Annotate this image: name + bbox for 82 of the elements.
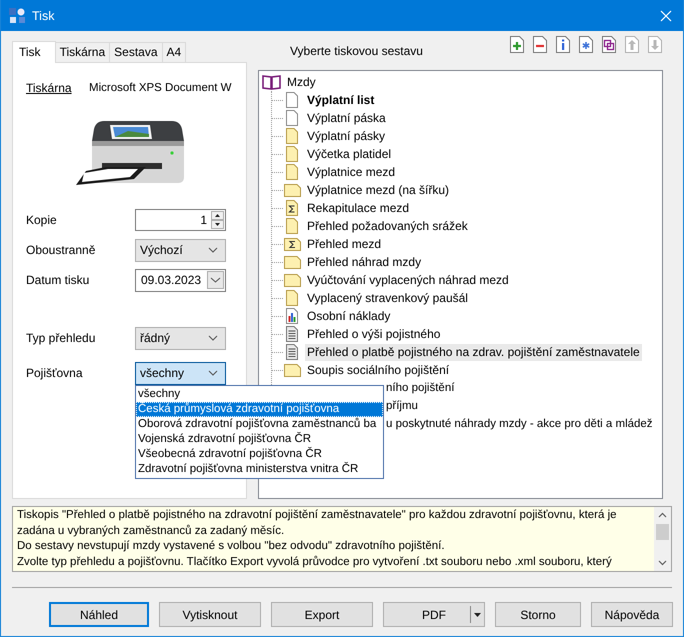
- tree-item[interactable]: ního pojištění: [384, 380, 456, 396]
- chevron-down-icon: [208, 370, 218, 376]
- tree-item[interactable]: Výčetka platidel: [305, 146, 394, 162]
- document-icon: [286, 128, 298, 144]
- tab[interactable]: A4: [162, 42, 186, 62]
- text-document-icon: [286, 326, 298, 342]
- tree-item[interactable]: Rekapitulace mezd: [305, 200, 412, 216]
- document-icon: [286, 92, 298, 108]
- tab[interactable]: Tisk: [12, 41, 56, 63]
- dialog-button[interactable]: Storno: [495, 602, 581, 627]
- description-text: Zvolte typ přehledu a pojišťovnu. Tlačítko Export vyvolá průvodce pro vytvoření .txt souboru nebo .xml souboru, který: [17, 554, 613, 570]
- app-icon: [9, 8, 26, 24]
- document-icon: [286, 290, 298, 306]
- dialog-button[interactable]: Vytisknout: [159, 602, 261, 627]
- dialog-button[interactable]: Nápověda: [591, 602, 673, 627]
- tree-item[interactable]: Přehled mezd: [305, 236, 384, 252]
- document-icon: [286, 218, 298, 234]
- printer-link[interactable]: Tiskárna: [26, 81, 89, 95]
- tree-item[interactable]: Přehled o výši pojistného: [305, 326, 442, 342]
- calendar-dropdown-icon[interactable]: [207, 271, 224, 289]
- tree-item[interactable]: Výplatnice mezd: [305, 164, 398, 180]
- dropdown-option[interactable]: Oborová zdravotní pojišťovna zaměstnanců ba: [136, 416, 383, 432]
- chevron-down-icon: [208, 335, 218, 341]
- dialog-button[interactable]: Náhled: [49, 602, 149, 627]
- tree-item[interactable]: Výplatní pásky: [305, 128, 388, 144]
- caret-icon[interactable]: [474, 613, 481, 617]
- field-label: Pojišťovna: [26, 366, 84, 380]
- landscape-document-icon: [284, 184, 300, 196]
- copies-spinner[interactable]: 1: [135, 209, 226, 231]
- landscape-document-icon: [284, 274, 300, 286]
- dialog-button[interactable]: Export: [271, 602, 373, 627]
- dropdown-option[interactable]: všechny: [136, 386, 383, 402]
- field-label: Datum tisku: [26, 273, 90, 287]
- landscape-document-icon: [284, 364, 300, 376]
- star-icon[interactable]: [579, 36, 593, 53]
- sum-document-icon: [284, 238, 300, 250]
- report-picker-label: Vyberte tiskovou sestavu: [290, 44, 423, 58]
- description-text: Do sestavy nevstupují mzdy vystavené s volbou "bez odvodu" zdravotního pojištění.: [17, 539, 446, 554]
- document-icon: [286, 146, 298, 162]
- scrollbar[interactable]: [654, 507, 671, 571]
- chevron-down-icon: [208, 247, 218, 253]
- tree-item[interactable]: Přehled náhrad mzdy: [305, 254, 424, 270]
- field-label: Oboustranně: [26, 243, 96, 257]
- window-title: Tisk: [32, 8, 56, 22]
- spin-arrows-icon[interactable]: [211, 211, 224, 229]
- date-picker[interactable]: 09.03.2023: [135, 268, 226, 292]
- dropdown-option[interactable]: Všeobecná zdravotní pojišťovna ČR: [136, 446, 383, 462]
- close-icon[interactable]: [660, 10, 672, 22]
- tree-item[interactable]: Soupis sociálního pojištění: [305, 362, 452, 378]
- printer-name: Microsoft XPS Document W: [89, 82, 232, 94]
- dropdown-option[interactable]: Vojenská zdravotní pojišťovna ČR: [136, 432, 383, 446]
- tree-item[interactable]: Mzdy: [285, 74, 318, 90]
- tree-item[interactable]: Osobní náklady: [305, 308, 392, 324]
- document-icon: [286, 110, 298, 126]
- dialog-button[interactable]: PDF: [383, 602, 485, 627]
- field-label: Kopie: [26, 213, 58, 227]
- dropdown-option[interactable]: Zdravotní pojišťovna ministerstva vnitra ČR: [136, 462, 383, 476]
- dropdown-option[interactable]: Česká průmyslová zdravotní pojišťovna: [136, 402, 383, 416]
- copy-icon[interactable]: [602, 36, 616, 53]
- sum-document-icon: [286, 200, 298, 216]
- book-icon: [262, 74, 281, 90]
- tree-item[interactable]: u poskytnuté náhrady mzdy - akce pro děti a mládež: [384, 416, 655, 432]
- landscape-document-icon: [284, 256, 300, 268]
- tree-item[interactable]: příjmu: [384, 398, 420, 414]
- add-icon[interactable]: [510, 36, 524, 53]
- tree-item[interactable]: Přehled o platbě pojistného na zdrav. pojištění zaměstnavatele: [305, 344, 642, 360]
- dropdown[interactable]: Výchozí: [135, 238, 226, 262]
- remove-icon[interactable]: [533, 36, 547, 53]
- info-icon[interactable]: [556, 36, 570, 53]
- document-icon: [286, 164, 298, 180]
- description-text: Tiskopis "Přehled o platbě pojistného na zdravotní pojištění zaměstnavatele" pro každou zdravotní pojišťovnu, která je zadána u vybraných zaměstnanců za zadaný měsíc.: [17, 508, 618, 538]
- dropdown[interactable]: řádný: [135, 326, 226, 350]
- tree-item[interactable]: Přehled požadovaných srážek: [305, 218, 470, 234]
- tree-item[interactable]: Vyúčtování vyplacených náhrad mezd: [305, 272, 511, 288]
- chart-document-icon: [286, 308, 298, 324]
- dropdown[interactable]: všechny: [135, 362, 226, 384]
- tree-item[interactable]: Výplatnice mezd (na šířku): [305, 182, 452, 198]
- tree-item[interactable]: Vyplacený stravenkový paušál: [305, 290, 470, 306]
- field-label: Typ přehledu: [26, 331, 96, 345]
- tree-item[interactable]: Výplatní list: [305, 92, 376, 108]
- text-document-icon: [286, 344, 298, 360]
- tree-item[interactable]: Výplatní páska: [305, 110, 388, 126]
